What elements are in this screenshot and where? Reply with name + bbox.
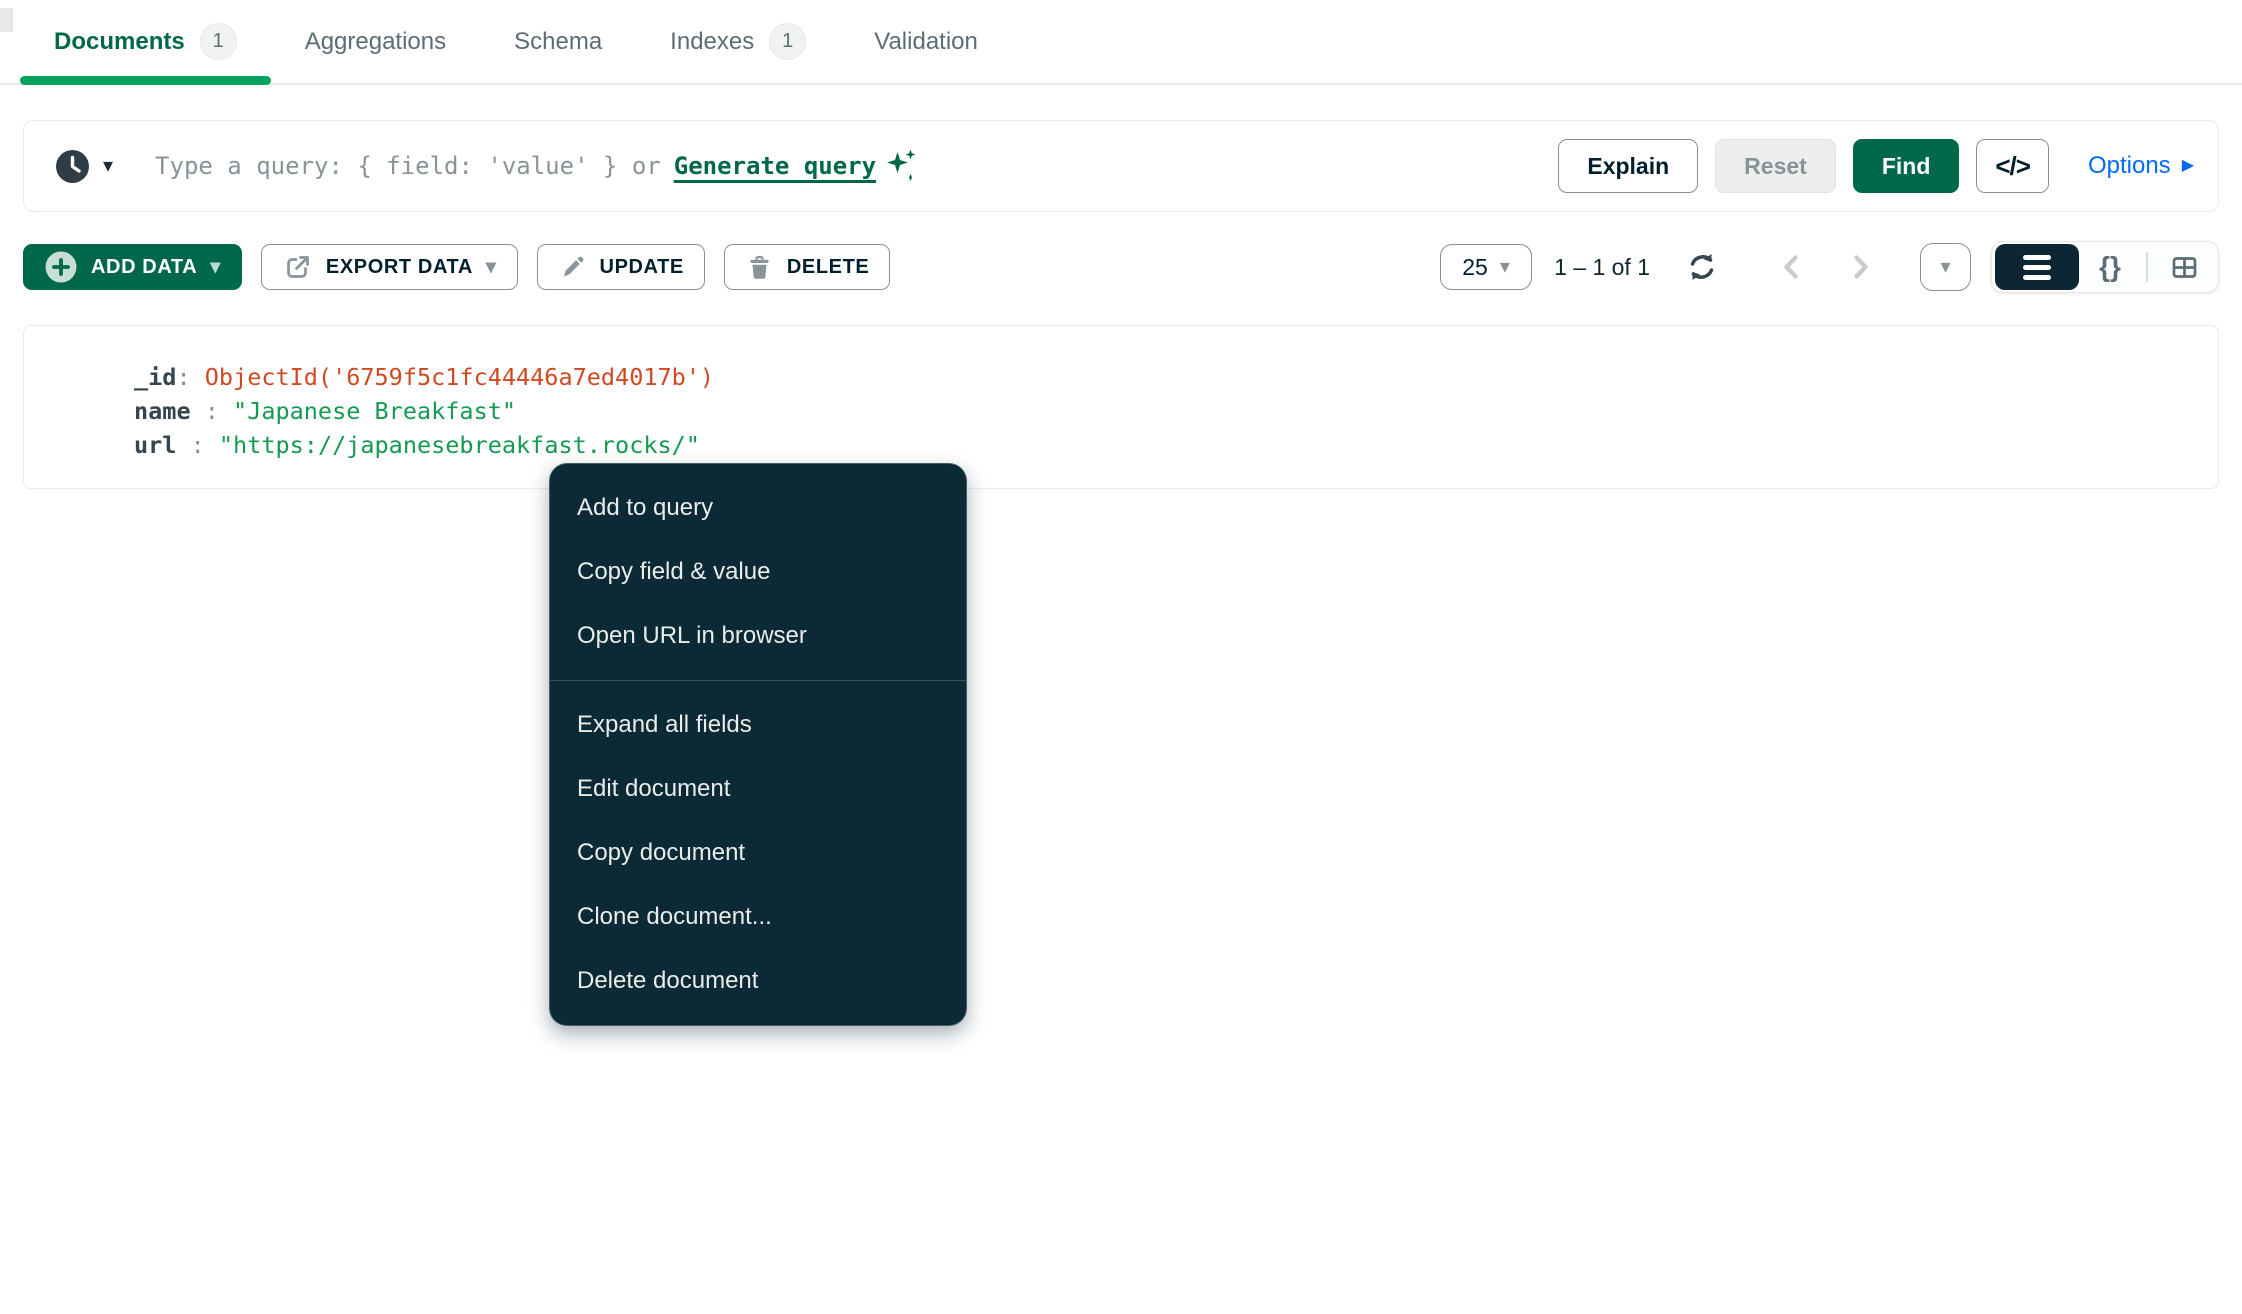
field-key: name [134, 397, 191, 425]
pagination-controls: 25 ▾ 1 – 1 of 1 ▾ {} [1440, 241, 2219, 293]
delete-label: DELETE [786, 255, 870, 278]
table-view-toggle[interactable] [2153, 244, 2215, 290]
field-separator: : [176, 363, 205, 391]
delete-button[interactable]: DELETE [723, 244, 891, 290]
query-input[interactable]: Type a query: { field: 'value' } or Gene… [155, 148, 1558, 184]
menu-item-clone-document[interactable]: Clone document... [550, 885, 966, 949]
list-view-toggle[interactable] [1995, 244, 2079, 290]
tab-validation[interactable]: Validation [840, 0, 1012, 83]
tab-schema[interactable]: Schema [480, 0, 636, 83]
collection-tabbar: Documents 1 Aggregations Schema Indexes … [0, 0, 2242, 85]
tab-aggregations-label: Aggregations [304, 27, 447, 55]
menu-item-delete-document[interactable]: Delete document [550, 949, 966, 1013]
page-size-value: 25 [1462, 253, 1488, 280]
tab-documents-label: Documents [54, 27, 185, 55]
pagination-text: 1 – 1 of 1 [1554, 253, 1650, 280]
plus-circle-icon [45, 251, 77, 283]
export-icon [287, 255, 309, 278]
query-placeholder: Type a query: { field: 'value' } or [155, 152, 661, 180]
code-view-toggle-button[interactable]: </> [1976, 139, 2049, 193]
document-field-url[interactable]: url : "https://japanesebreakfast.rocks/" [134, 428, 2218, 462]
options-link[interactable]: Options ▶ [2088, 152, 2194, 180]
page-size-select[interactable]: 25 ▾ [1440, 244, 1533, 290]
tab-documents-badge: 1 [199, 23, 237, 60]
chevron-left-icon [1784, 255, 1798, 279]
query-bar-actions: Explain Reset Find </> Options ▶ [1558, 139, 2194, 193]
explain-button[interactable]: Explain [1558, 139, 1699, 193]
query-history-button[interactable]: ▾ [54, 148, 113, 185]
tab-indexes[interactable]: Indexes 1 [636, 0, 840, 83]
table-grid-icon [2172, 256, 2196, 278]
tab-indexes-badge: 1 [769, 23, 807, 60]
update-label: UPDATE [599, 255, 684, 278]
document-field-id[interactable]: _id: ObjectId('6759f5c1fc44446a7ed4017b'… [134, 360, 2218, 394]
generate-query-link[interactable]: Generate query [674, 152, 876, 180]
view-switcher: {} [1991, 241, 2219, 293]
update-button[interactable]: UPDATE [536, 244, 705, 290]
curly-braces-icon: {} [2099, 251, 2121, 282]
document-context-menu: Add to query Copy field & value Open URL… [549, 463, 967, 1026]
clock-history-icon [56, 149, 89, 183]
chevron-down-icon: ▾ [1940, 256, 1951, 278]
chevron-down-icon: ▾ [210, 256, 221, 278]
options-label: Options [2087, 152, 2171, 179]
chevron-down-icon: ▾ [485, 256, 497, 278]
export-data-label: EXPORT DATA [325, 255, 473, 278]
menu-item-expand-all-fields[interactable]: Expand all fields [550, 693, 966, 757]
refresh-icon [1690, 254, 1714, 280]
context-menu-group-field: Add to query Copy field & value Open URL… [550, 464, 966, 680]
refresh-button[interactable] [1678, 248, 1726, 286]
more-options-dropdown-button[interactable]: ▾ [1920, 243, 1971, 291]
reset-button[interactable]: Reset [1715, 139, 1836, 193]
field-value-string: "https://japanesebreakfast.rocks/" [218, 431, 700, 459]
trash-icon [750, 255, 769, 279]
tab-validation-label: Validation [874, 27, 978, 55]
find-button[interactable]: Find [1852, 139, 1960, 193]
add-data-label: ADD DATA [91, 255, 198, 278]
query-bar: ▾ Type a query: { field: 'value' } or Ge… [23, 120, 2219, 212]
active-tab-underline [20, 76, 271, 85]
chevron-down-icon: ▾ [103, 155, 114, 177]
tab-indexes-label: Indexes [670, 27, 755, 55]
list-view-icon [2023, 254, 2051, 280]
menu-item-copy-document[interactable]: Copy document [550, 821, 966, 885]
menu-item-edit-document[interactable]: Edit document [550, 757, 966, 821]
field-key: _id [134, 363, 177, 391]
export-data-button[interactable]: EXPORT DATA ▾ [260, 244, 518, 290]
view-switcher-divider [2146, 252, 2148, 282]
triangle-right-icon: ▶ [2181, 157, 2194, 174]
document-card[interactable]: _id: ObjectId('6759f5c1fc44446a7ed4017b'… [23, 325, 2219, 489]
code-icon: </> [1995, 150, 2031, 181]
add-data-button[interactable]: ADD DATA ▾ [23, 244, 242, 290]
previous-page-button[interactable] [1772, 250, 1810, 284]
tab-documents[interactable]: Documents 1 [20, 0, 271, 85]
context-menu-group-document: Expand all fields Edit document Copy doc… [550, 681, 966, 1025]
chevron-down-icon: ▾ [1499, 256, 1510, 278]
tab-aggregations[interactable]: Aggregations [271, 0, 480, 83]
json-view-toggle[interactable]: {} [2079, 244, 2141, 290]
pencil-icon [563, 256, 583, 276]
ai-sparkle-icon [887, 149, 916, 181]
field-value-objectid: ObjectId('6759f5c1fc44446a7ed4017b') [204, 363, 715, 391]
menu-item-open-url-in-browser[interactable]: Open URL in browser [550, 604, 966, 668]
field-separator: : [190, 397, 234, 425]
tab-schema-label: Schema [514, 27, 603, 55]
field-key: url [134, 431, 177, 459]
field-separator: : [176, 431, 219, 459]
menu-item-copy-field-value[interactable]: Copy field & value [550, 540, 966, 604]
documents-view: Documents 1 Aggregations Schema Indexes … [0, 0, 2242, 1314]
documents-toolbar: ADD DATA ▾ EXPORT DATA ▾ UPDATE DELETE 2… [23, 241, 2219, 293]
document-field-name[interactable]: name : "Japanese Breakfast" [134, 394, 2218, 428]
field-value-string: "Japanese Breakfast" [233, 397, 517, 425]
menu-item-add-to-query[interactable]: Add to query [550, 476, 966, 540]
next-page-button[interactable] [1842, 250, 1880, 284]
chevron-right-icon [1854, 255, 1868, 279]
